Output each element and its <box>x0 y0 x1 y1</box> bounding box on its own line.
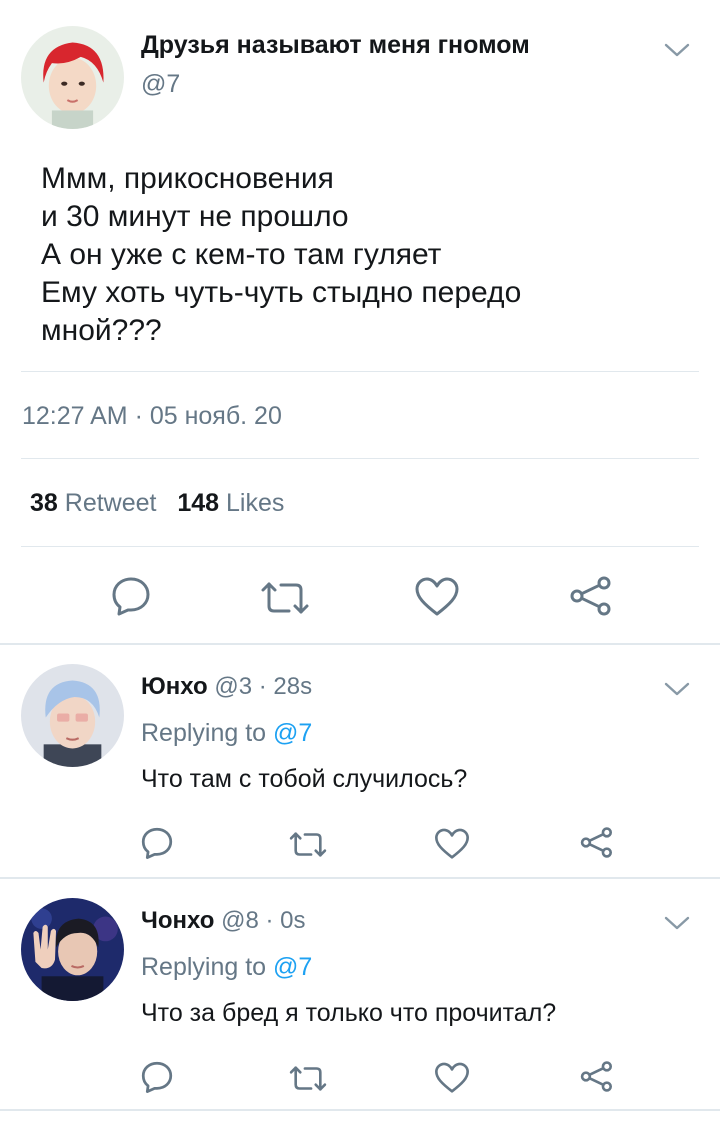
divider <box>21 546 699 547</box>
reply-display-name[interactable]: Юнхо <box>141 673 208 700</box>
like-icon[interactable] <box>434 828 470 860</box>
retweet-count: 38 <box>30 489 58 517</box>
tweet-text: Ммм, прикосновения и 30 минут не прошло … <box>41 160 681 350</box>
chevron-down-icon[interactable] <box>664 42 690 58</box>
reply-mention-link[interactable]: @7 <box>273 953 312 981</box>
retweet-icon[interactable] <box>288 829 328 860</box>
reply-avatar[interactable] <box>21 664 124 767</box>
main-display-name[interactable]: Друзья называют меня гномом <box>141 31 530 60</box>
replying-to: Replying to @7 <box>141 953 312 982</box>
reply-icon[interactable] <box>110 575 152 617</box>
reply-header: Юнхо @3 · 28s <box>141 673 312 701</box>
tweet-text-line: Ммм, прикосновения <box>41 162 334 195</box>
replying-to: Replying to @7 <box>141 719 312 748</box>
tweet-text-line: мной??? <box>41 314 162 347</box>
reply-avatar[interactable] <box>21 898 124 1001</box>
retweet-label: Retweet <box>64 489 157 517</box>
chevron-down-icon[interactable] <box>664 681 690 697</box>
tweet-timestamp[interactable]: 12:27 AM · 05 нояб. 20 <box>22 402 282 431</box>
likes-count: 148 <box>177 489 220 517</box>
divider <box>21 371 699 372</box>
divider <box>21 458 699 459</box>
retweet-icon[interactable] <box>259 578 311 618</box>
reply-text: Что за бред я только что прочитал? <box>141 999 557 1027</box>
like-icon[interactable] <box>414 577 460 617</box>
main-avatar[interactable] <box>21 26 124 129</box>
chevron-down-icon[interactable] <box>664 915 690 931</box>
section-divider <box>0 1109 720 1111</box>
share-icon[interactable] <box>579 826 613 859</box>
reply-text: Что там с тобой случилось? <box>141 765 468 793</box>
replying-to-label: Replying to <box>141 953 267 981</box>
like-icon[interactable] <box>434 1062 470 1094</box>
reply-icon[interactable] <box>140 826 174 860</box>
share-icon[interactable] <box>568 575 612 617</box>
reply-mention-link[interactable]: @7 <box>273 719 312 747</box>
retweet-icon[interactable] <box>288 1063 328 1094</box>
section-divider <box>0 643 720 645</box>
main-handle[interactable]: @7 <box>141 70 180 99</box>
reply-header: Чонхо @8 · 0s <box>141 907 306 935</box>
tweet-text-line: А он уже с кем-то там гуляет <box>41 238 442 271</box>
replying-to-label: Replying to <box>141 719 267 747</box>
tweet-stats: 38 Retweet 148 Likes <box>30 489 284 518</box>
reply-handle-time[interactable]: @3 · 28s <box>214 673 312 700</box>
section-divider <box>0 877 720 879</box>
reply-icon[interactable] <box>140 1060 174 1094</box>
tweet-text-line: и 30 минут не прошло <box>41 200 349 233</box>
reply-handle-time[interactable]: @8 · 0s <box>221 907 305 934</box>
share-icon[interactable] <box>579 1060 613 1093</box>
retweet-stat[interactable]: 38 Retweet <box>30 489 156 517</box>
likes-stat[interactable]: 148 Likes <box>177 489 284 517</box>
tweet-text-line: Ему хоть чуть-чуть стыдно передо <box>41 276 522 309</box>
likes-label: Likes <box>226 489 285 517</box>
reply-display-name[interactable]: Чонхо <box>141 907 214 934</box>
